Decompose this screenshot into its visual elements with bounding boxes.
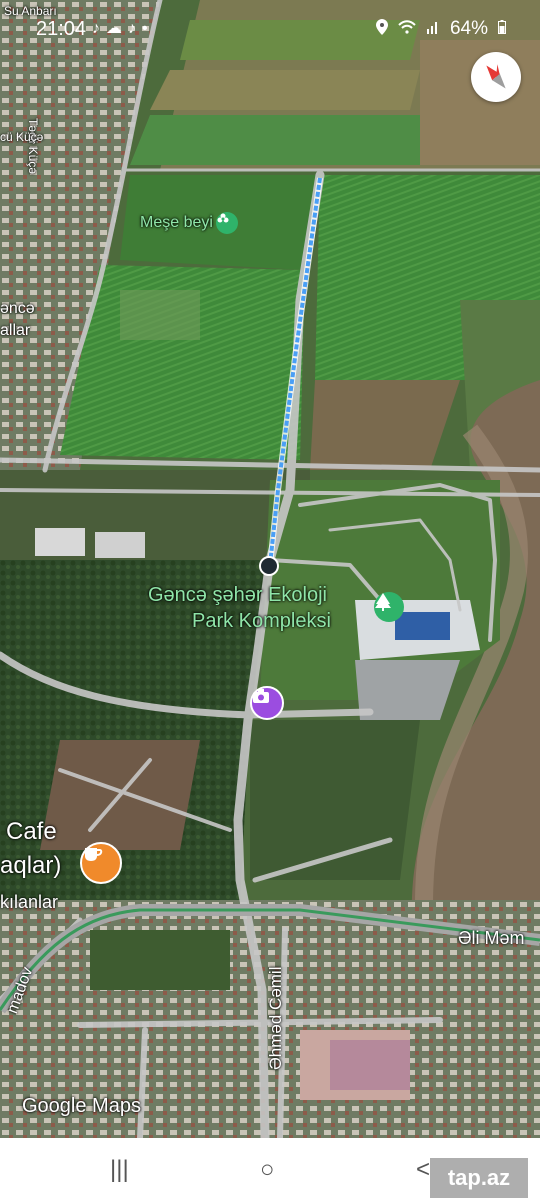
recents-button[interactable]: ||| <box>110 1156 129 1184</box>
signal-icon <box>426 20 440 39</box>
tree-icon[interactable] <box>374 592 404 622</box>
label-aqlar[interactable]: aqlar) <box>0 852 61 880</box>
label-gence[interactable]: əncə <box>0 300 35 318</box>
label-park-line1[interactable]: Gəncə şəhər Ekoloji <box>148 584 327 607</box>
coffee-icon[interactable] <box>80 842 122 884</box>
label-allar[interactable]: allar <box>0 322 30 340</box>
tiktok-icon: ♪ <box>92 20 106 37</box>
label-park-line2[interactable]: Park Kompleksi <box>192 610 331 633</box>
label-eli-mem[interactable]: Əli Məm <box>458 928 525 949</box>
flower-icon[interactable] <box>216 212 238 234</box>
compass-icon <box>486 64 506 89</box>
compass-button[interactable] <box>471 52 521 102</box>
status-time: 21:04 <box>36 18 87 40</box>
battery-text: 64% <box>449 18 488 39</box>
back-button[interactable]: < <box>416 1156 430 1184</box>
label-kilanlar[interactable]: kılanlar <box>0 892 58 913</box>
dot-icon: • <box>142 20 154 37</box>
location-icon <box>375 18 388 40</box>
label-ahmed-cemil[interactable]: Əhməd Cəmil <box>266 967 286 1071</box>
label-tacli-kuce[interactable]: Təcli Küçə <box>26 118 40 174</box>
cloud-icon: ☁ <box>106 20 128 37</box>
status-bar: 21:04 ♪☁♪• 64% <box>0 0 540 56</box>
watermark: tap.az <box>430 1158 528 1198</box>
label-mese-beyi[interactable]: Meşe beyi <box>140 214 213 232</box>
camera-icon[interactable] <box>250 686 284 720</box>
label-cu-kuce[interactable]: cü Küçə <box>0 130 43 144</box>
google-maps-logo: Google Maps <box>22 1095 141 1117</box>
wifi-icon <box>398 19 416 39</box>
notification-icons: ♪☁♪• <box>92 18 154 38</box>
tiktok-icon: ♪ <box>128 20 142 37</box>
status-right: 64% <box>375 18 506 40</box>
map-view[interactable]: Su Anbarı Təcli Küçə cü Küçə Meşe beyi ə… <box>0 0 540 1138</box>
home-button[interactable]: ○ <box>260 1156 275 1184</box>
battery-icon <box>498 19 506 39</box>
label-cafe[interactable]: Cafe <box>6 818 57 846</box>
